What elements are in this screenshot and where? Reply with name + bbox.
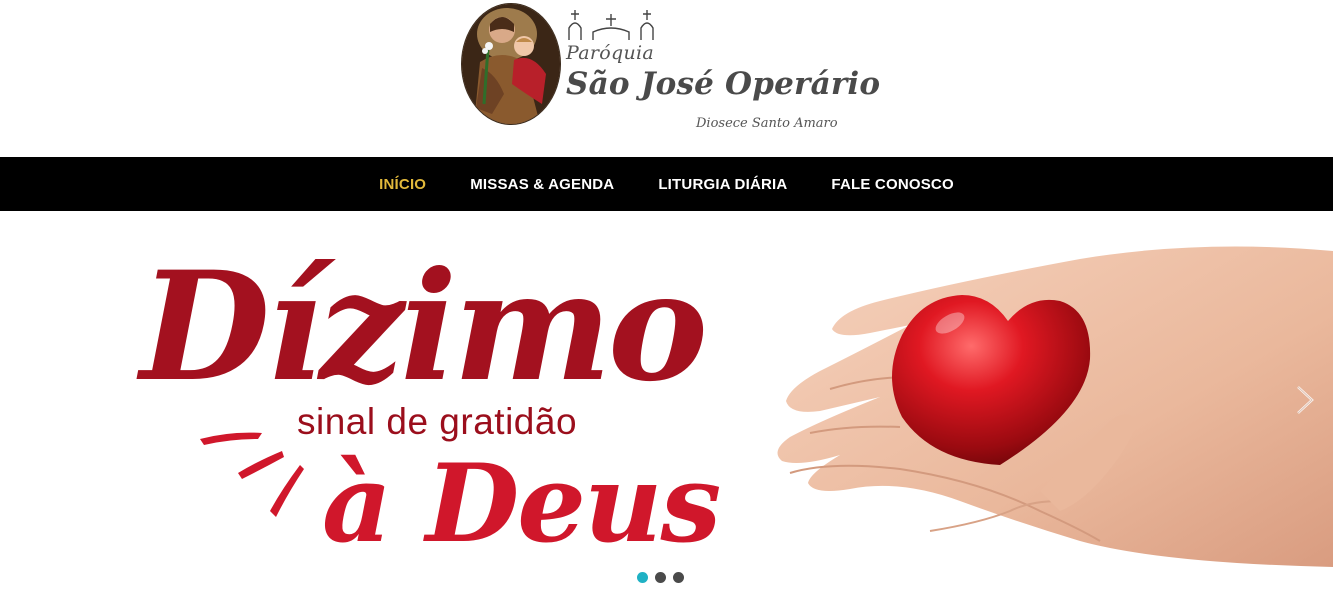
logo-subtitle-text: Diosece Santo Amaro [696, 116, 838, 131]
nav-item-missas-agenda[interactable]: MISSAS & AGENDA [448, 176, 636, 193]
accent-strokes [200, 432, 304, 517]
slider-dot-3[interactable] [673, 572, 684, 583]
church-crosses-icon [568, 10, 654, 40]
slide-footer-text: à Deus [322, 441, 719, 567]
hero-slider: Dízimo à Deus sinal de gratidão [0, 211, 1333, 598]
chevron-right-icon[interactable] [1292, 383, 1318, 417]
slider-pagination [637, 572, 684, 583]
saint-joseph-illustration [462, 4, 560, 124]
slide-headline-text: Dízimo [136, 239, 704, 415]
nav-item-liturgia-diaria[interactable]: LITURGIA DIÁRIA [636, 176, 809, 193]
main-nav: INÍCIO MISSAS & AGENDA LITURGIA DIÁRIA F… [0, 157, 1333, 211]
slider-dot-2[interactable] [655, 572, 666, 583]
saint-joseph-medallion-image [462, 4, 560, 124]
site-header: Paróquia São José Operário Diosece Santo… [0, 0, 1333, 157]
slider-dot-1[interactable] [637, 572, 648, 583]
nav-item-inicio[interactable]: INÍCIO [357, 176, 448, 193]
slide-artwork: Dízimo à Deus [136, 239, 1333, 567]
nav-item-fale-conosco[interactable]: FALE CONOSCO [809, 176, 975, 193]
parish-logo[interactable]: Paróquia São José Operário Diosece Santo… [462, 2, 880, 132]
logo-small-text: Paróquia [566, 42, 654, 64]
slide-tagline: sinal de gratidão [297, 401, 578, 442]
logo-title-text: São José Operário [566, 66, 881, 102]
